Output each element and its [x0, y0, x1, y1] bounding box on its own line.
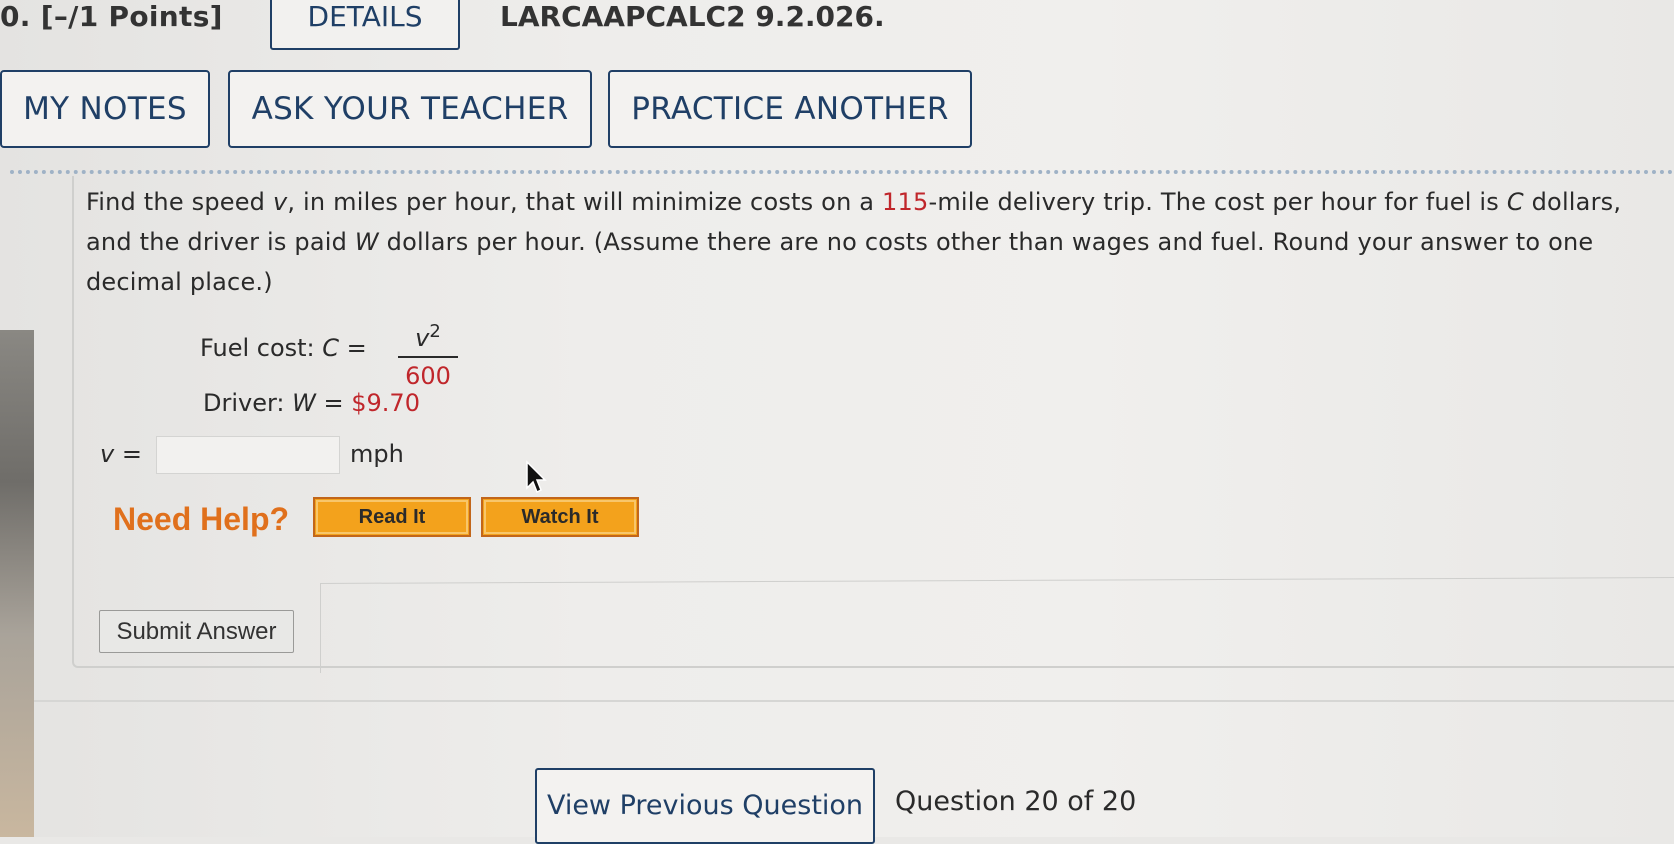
photo-edge-background — [0, 330, 34, 837]
question-header: 0. [–/1 Points] DETAILS LARCAAPCALC2 9.2… — [0, 0, 1674, 52]
fuel-cost-label: Fuel cost: — [200, 334, 323, 362]
question-text: Find the speed v, in miles per hour, tha… — [86, 188, 1622, 296]
mouse-pointer-icon — [526, 460, 547, 494]
my-notes-button[interactable]: MY NOTES — [0, 70, 210, 148]
question-counter: Question 20 of 20 — [895, 786, 1137, 817]
distance-value: 115 — [882, 188, 929, 216]
driver-wage-formula: Driver: W = $9.70 — [203, 389, 420, 417]
var-w: W — [354, 228, 379, 256]
submit-separator — [320, 577, 1674, 673]
driver-wage-value: $9.70 — [351, 389, 420, 417]
ask-teacher-button[interactable]: ASK YOUR TEACHER — [228, 70, 592, 148]
fraction-numerator: v2 — [415, 321, 441, 352]
watch-it-button[interactable]: Watch It — [481, 497, 639, 537]
read-it-button[interactable]: Read It — [313, 497, 471, 537]
submit-answer-button[interactable]: Submit Answer — [99, 610, 294, 653]
var-v: v — [272, 188, 288, 216]
driver-label: Driver: — [203, 389, 293, 417]
view-previous-question-button[interactable]: View Previous Question — [535, 768, 875, 844]
practice-another-button[interactable]: PRACTICE ANOTHER — [608, 70, 972, 148]
answer-variable-label: v = — [100, 440, 142, 468]
need-help-label: Need Help? — [113, 501, 290, 537]
fuel-fraction: v2 600 — [398, 316, 458, 392]
problem-code: LARCAAPCALC2 9.2.026. — [500, 0, 885, 33]
bottom-divider — [34, 700, 1674, 702]
details-button[interactable]: DETAILS — [270, 0, 460, 50]
fraction-bar — [398, 356, 458, 358]
fraction-denominator: 600 — [405, 362, 451, 390]
answer-input[interactable] — [156, 436, 340, 474]
var-c: C — [1506, 188, 1524, 216]
answer-unit-label: mph — [350, 440, 404, 468]
dotted-divider — [10, 170, 1674, 174]
points-label: 0. [–/1 Points] — [0, 0, 223, 33]
